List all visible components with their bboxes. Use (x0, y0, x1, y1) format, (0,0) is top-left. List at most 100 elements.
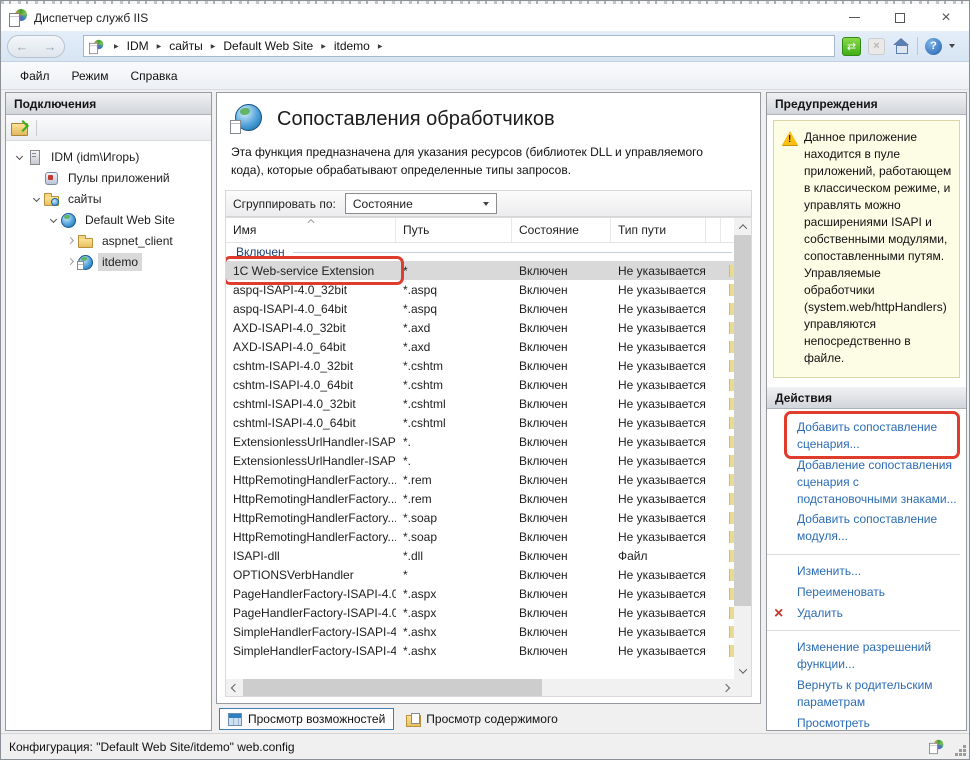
pools-icon (43, 170, 60, 186)
table-row[interactable]: cshtml-ISAPI-4.0_64bit*.cshtmlВключенНе … (226, 413, 734, 432)
cell-2: Включен (512, 473, 611, 487)
menu-item-1[interactable]: Режим (61, 66, 120, 86)
action-link[interactable]: Добавить сопоставление модуля... (767, 509, 960, 547)
action-link[interactable]: Просмотреть отсортированный список... (767, 713, 960, 730)
scroll-right-button[interactable] (717, 685, 734, 691)
action-link[interactable]: Добавить сопоставление сценария... (767, 417, 960, 455)
horizontal-scroll-thumb[interactable] (243, 679, 542, 696)
table-row[interactable]: AXD-ISAPI-4.0_32bit*.axdВключенНе указыв… (226, 318, 734, 337)
action-link[interactable]: Изменить... (767, 561, 960, 582)
table-row[interactable]: ExtensionlessUrlHandler-ISAPI...*.Включе… (226, 451, 734, 470)
vertical-scrollbar[interactable] (734, 218, 751, 679)
column-header-1[interactable]: Путь (396, 218, 512, 242)
help-icon[interactable]: ? (925, 38, 942, 55)
cell-1: *.soap (396, 511, 512, 525)
table-row[interactable]: cshtml-ISAPI-4.0_32bit*.cshtmlВключенНе … (226, 394, 734, 413)
table-row[interactable]: 1C Web-service Extension*ВключенНе указы… (226, 261, 734, 280)
connections-panel: Подключения IDM (idm\Игорь)Пулы приложен… (5, 92, 212, 731)
table-area: ИмяПутьСостояниеТип пути Включен 1C Web-s… (226, 218, 734, 679)
table-row[interactable]: HttpRemotingHandlerFactory...*.remВключе… (226, 489, 734, 508)
tree-item-label: сайты (64, 190, 106, 208)
action-link[interactable]: Переименовать (767, 582, 960, 603)
chevron-down-icon[interactable] (949, 44, 955, 48)
resize-grip-icon[interactable] (963, 753, 966, 756)
breadcrumb-item[interactable]: itdemo (333, 38, 371, 54)
expander-cell (46, 217, 60, 222)
table-row[interactable]: HttpRemotingHandlerFactory...*.soapВключ… (226, 508, 734, 527)
table-row[interactable]: aspq-ISAPI-4.0_64bit*.aspqВключенНе указ… (226, 299, 734, 318)
table-row[interactable]: aspq-ISAPI-4.0_32bit*.aspqВключенНе указ… (226, 280, 734, 299)
table-row[interactable]: SimpleHandlerFactory-ISAPI-4...*.ashxВкл… (226, 641, 734, 660)
table-row[interactable]: PageHandlerFactory-ISAPI-4.0...*.aspxВкл… (226, 584, 734, 603)
tree-item[interactable]: Пулы приложений (6, 167, 211, 188)
cell-3: Не указывается (611, 606, 706, 620)
table-row[interactable]: OPTIONSVerbHandler*ВключенНе указывается (226, 565, 734, 584)
chevron-collapsed-icon[interactable] (66, 258, 73, 265)
iis-manager-window: Диспетчер служб IIS × ← → ▶IDM▶сайты▶Def… (0, 0, 970, 760)
column-header-0[interactable]: Имя (226, 218, 396, 242)
scroll-left-button[interactable] (226, 685, 243, 691)
tree-item[interactable]: Default Web Site (6, 209, 211, 230)
tab-features-view[interactable]: Просмотр возможностей (219, 708, 394, 730)
handler-mappings-icon (230, 104, 262, 134)
vertical-scroll-thumb[interactable] (734, 235, 751, 606)
column-header-3[interactable]: Тип пути (611, 218, 706, 242)
save-connection-icon[interactable] (11, 120, 29, 135)
cell-3: Не указывается (611, 473, 706, 487)
cell-2: Включен (512, 454, 611, 468)
table-row[interactable]: HttpRemotingHandlerFactory...*.soapВключ… (226, 527, 734, 546)
clipped-column (706, 413, 734, 432)
tree-item[interactable]: itdemo (6, 251, 211, 272)
chevron-down-icon (483, 202, 489, 206)
close-button[interactable]: × (923, 4, 969, 31)
scroll-up-button[interactable] (734, 218, 751, 235)
cell-3: Не указывается (611, 625, 706, 639)
breadcrumb-item[interactable]: сайты (168, 38, 204, 54)
forward-button[interactable]: → (44, 39, 57, 54)
clipped-column (706, 527, 734, 546)
mini-doc-icon (77, 261, 84, 270)
cell-2: Включен (512, 644, 611, 658)
horizontal-scrollbar[interactable] (226, 679, 734, 696)
vertical-scroll-track[interactable] (734, 235, 751, 662)
home-icon[interactable] (892, 38, 910, 54)
table-row[interactable]: cshtm-ISAPI-4.0_32bit*.cshtmВключенНе ук… (226, 356, 734, 375)
table-row[interactable]: SimpleHandlerFactory-ISAPI-4...*.ashxВкл… (226, 622, 734, 641)
chevron-expanded-icon[interactable] (32, 195, 39, 202)
chevron-expanded-icon[interactable] (49, 216, 56, 223)
action-link[interactable]: ×Удалить (767, 603, 960, 624)
chevron-expanded-icon[interactable] (15, 153, 22, 160)
column-header-2[interactable]: Состояние (512, 218, 611, 242)
horizontal-scroll-track[interactable] (243, 679, 717, 696)
table-row[interactable]: ISAPI-dll*.dllВключенФайл (226, 546, 734, 565)
table-row[interactable]: cshtm-ISAPI-4.0_64bit*.cshtmВключенНе ук… (226, 375, 734, 394)
maximize-button[interactable] (877, 4, 923, 31)
table-row[interactable]: AXD-ISAPI-4.0_64bit*.axdВключенНе указыв… (226, 337, 734, 356)
separator (36, 120, 37, 136)
tree-item[interactable]: сайты (6, 188, 211, 209)
warning-text: Данное приложение находится в пуле прило… (804, 130, 951, 365)
minimize-button[interactable] (831, 4, 877, 31)
action-link[interactable]: Изменение разрешений функции... (767, 637, 960, 675)
table-row[interactable]: PageHandlerFactory-ISAPI-4.0...*.aspxВкл… (226, 603, 734, 622)
group-by-dropdown[interactable]: Состояние (345, 193, 497, 214)
menu-item-2[interactable]: Справка (120, 66, 189, 86)
action-link[interactable]: Добавление сопоставления сценария с подс… (767, 455, 960, 509)
breadcrumb-item[interactable]: IDM (126, 38, 150, 54)
clipped-column (706, 622, 734, 641)
chevron-collapsed-icon[interactable] (66, 237, 73, 244)
tree-item[interactable]: aspnet_client (6, 230, 211, 251)
action-link[interactable]: Вернуть к родительским параметрам (767, 675, 960, 713)
table-row[interactable]: ExtensionlessUrlHandler-ISAPI...*.Включе… (226, 432, 734, 451)
scroll-down-button[interactable] (734, 662, 751, 679)
tab-content-view[interactable]: Просмотр содержимого (398, 709, 565, 729)
table-row[interactable]: HttpRemotingHandlerFactory...*.remВключе… (226, 470, 734, 489)
cell-2: Включен (512, 302, 611, 316)
cell-1: *.cshtml (396, 397, 512, 411)
tree-item[interactable]: IDM (idm\Игорь) (6, 146, 211, 167)
refresh-icon[interactable]: ⇄ (842, 37, 861, 56)
breadcrumb-item[interactable]: Default Web Site (222, 38, 314, 54)
menu-item-0[interactable]: Файл (9, 66, 61, 86)
cell-3: Не указывается (611, 435, 706, 449)
back-button[interactable]: ← (16, 39, 29, 54)
